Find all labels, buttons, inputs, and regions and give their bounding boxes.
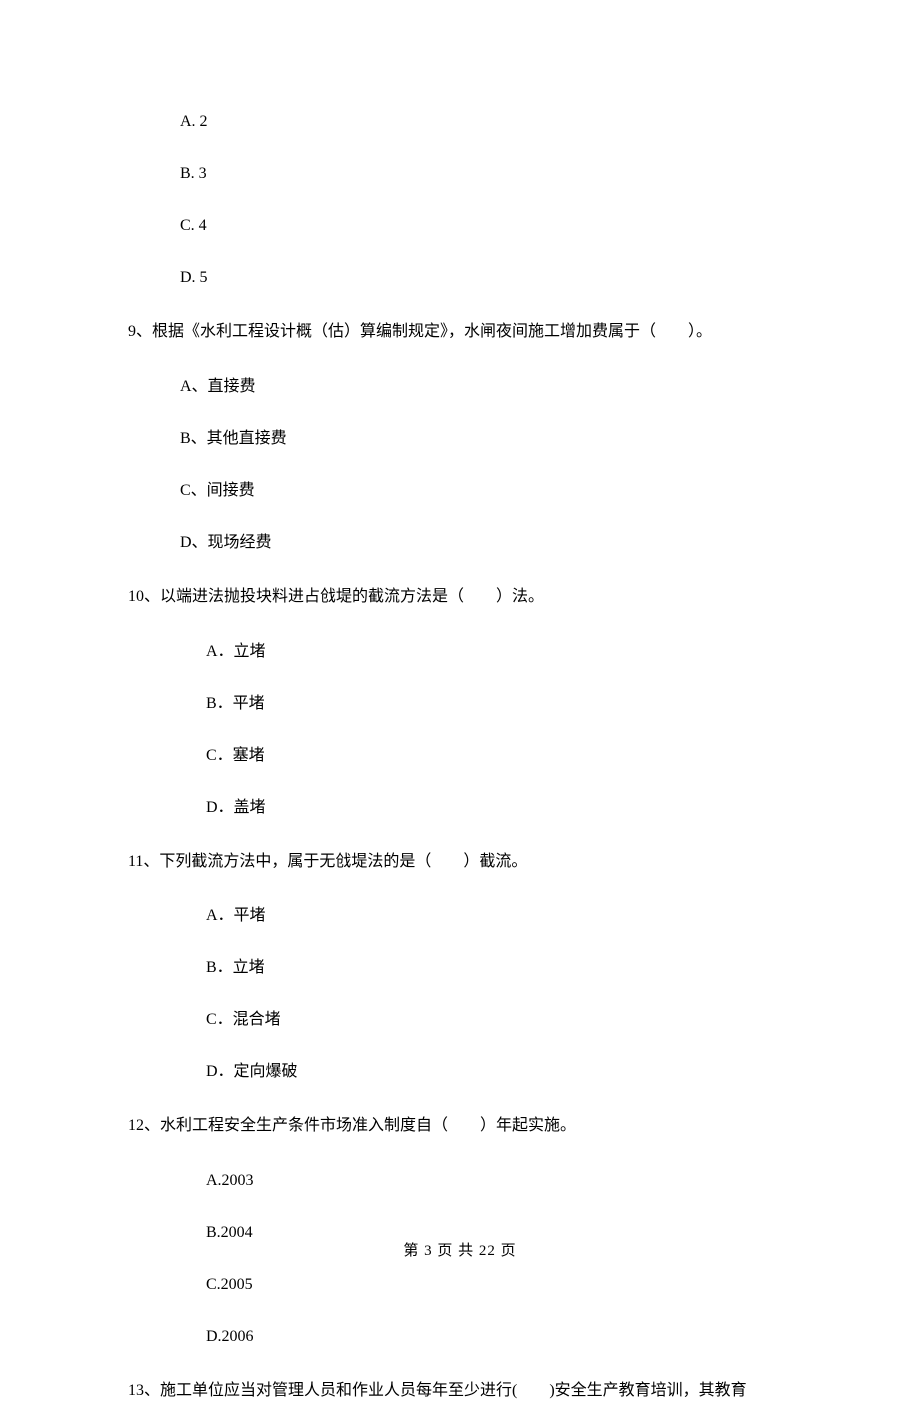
option-d: D．定向爆破 (206, 1060, 792, 1084)
option-group-10: A．立堵 B．平堵 C．塞堵 D．盖堵 (206, 640, 792, 820)
option-d: D.2006 (206, 1325, 792, 1349)
question-12: 12、水利工程安全生产条件市场准入制度自（ ）年起实施。 (128, 1112, 792, 1141)
option-group-11: A．平堵 B．立堵 C．混合堵 D．定向爆破 (206, 904, 792, 1084)
question-11: 11、下列截流方法中，属于无戗堤法的是（ ）截流。 (128, 848, 792, 877)
option-a: A、直接费 (180, 375, 792, 399)
document-page: A. 2 B. 3 C. 4 D. 5 9、根据《水利工程设计概（估）算编制规定… (0, 0, 920, 1302)
page-footer: 第 3 页 共 22 页 (0, 1239, 920, 1260)
option-c: C．混合堵 (206, 1008, 792, 1032)
option-group-top: A. 2 B. 3 C. 4 D. 5 (180, 110, 792, 290)
option-a: A．平堵 (206, 904, 792, 928)
option-c: C.2005 (206, 1273, 792, 1297)
option-d: D．盖堵 (206, 796, 792, 820)
option-b: B．平堵 (206, 692, 792, 716)
question-13: 13、施工单位应当对管理人员和作业人员每年至少进行( )安全生产教育培训，其教育 (128, 1377, 792, 1406)
option-group-9: A、直接费 B、其他直接费 C、间接费 D、现场经费 (180, 375, 792, 555)
option-c: C. 4 (180, 214, 792, 238)
option-c: C．塞堵 (206, 744, 792, 768)
option-d: D. 5 (180, 266, 792, 290)
option-d: D、现场经费 (180, 531, 792, 555)
option-a: A．立堵 (206, 640, 792, 664)
option-b: B、其他直接费 (180, 427, 792, 451)
option-a: A. 2 (180, 110, 792, 134)
option-b: B. 3 (180, 162, 792, 186)
question-10: 10、以端进法抛投块料进占戗堤的截流方法是（ ）法。 (128, 583, 792, 612)
option-a: A.2003 (206, 1169, 792, 1193)
option-b: B．立堵 (206, 956, 792, 980)
option-c: C、间接费 (180, 479, 792, 503)
question-9: 9、根据《水利工程设计概（估）算编制规定》，水闸夜间施工增加费属于（ ）。 (128, 318, 792, 347)
